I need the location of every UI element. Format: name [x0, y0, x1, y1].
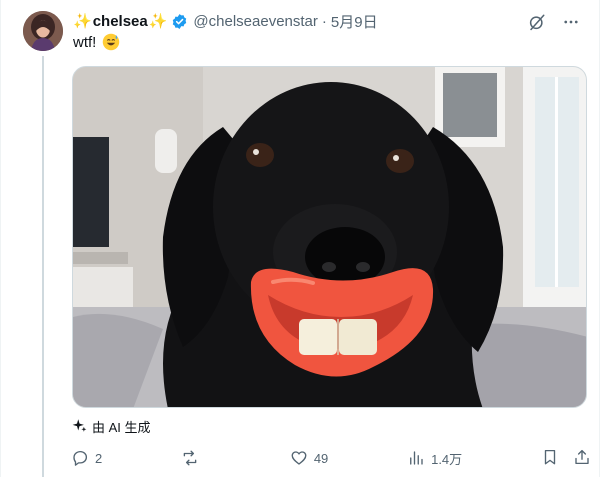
user-handle[interactable]: @chelseaevenstar [193, 13, 317, 30]
like-button[interactable]: 49 [290, 449, 328, 467]
repost-icon [181, 449, 199, 467]
reply-count: 2 [95, 450, 103, 466]
ai-label-text: 由 AI 生成 [92, 420, 151, 435]
post-text-body: wtf! [73, 33, 97, 51]
action-bar: 2 49 1.4万 [71, 447, 591, 469]
more-dots-icon[interactable] [561, 12, 581, 32]
share-icon[interactable] [573, 448, 591, 469]
verified-badge-icon[interactable] [171, 13, 188, 30]
views-button[interactable]: 1.4万 [407, 449, 462, 468]
sparkle-right: ✨ [148, 12, 168, 30]
thread-line [42, 56, 44, 477]
views-chart-icon [407, 449, 425, 467]
grok-icon[interactable] [527, 12, 547, 32]
reply-icon [71, 449, 89, 467]
ai-generated-label[interactable]: 由 AI 生成 [72, 417, 151, 436]
post-date[interactable]: 5月9日 [331, 11, 378, 32]
separator-dot: · [321, 12, 327, 30]
post-image[interactable] [72, 66, 587, 408]
display-name[interactable]: chelsea [93, 13, 148, 30]
bookmark-icon[interactable] [541, 448, 559, 469]
sweat-smile-emoji [102, 33, 120, 51]
repost-button[interactable] [181, 449, 211, 467]
post-container[interactable]: ✨ chelsea ✨ @chelseaevenstar · 5月9日 wtf!… [0, 0, 600, 477]
avatar[interactable] [23, 11, 63, 51]
sparkle-left: ✨ [73, 12, 92, 30]
ai-sparkle-icon [72, 418, 87, 436]
views-count: 1.4万 [431, 451, 463, 467]
reply-button[interactable]: 2 [71, 449, 102, 467]
heart-icon [290, 449, 308, 467]
right-actions [541, 448, 591, 469]
like-count: 49 [313, 450, 329, 466]
post-header: ✨ chelsea ✨ @chelseaevenstar · 5月9日 [73, 11, 378, 31]
top-actions [527, 12, 581, 32]
post-text: wtf! [73, 33, 120, 51]
